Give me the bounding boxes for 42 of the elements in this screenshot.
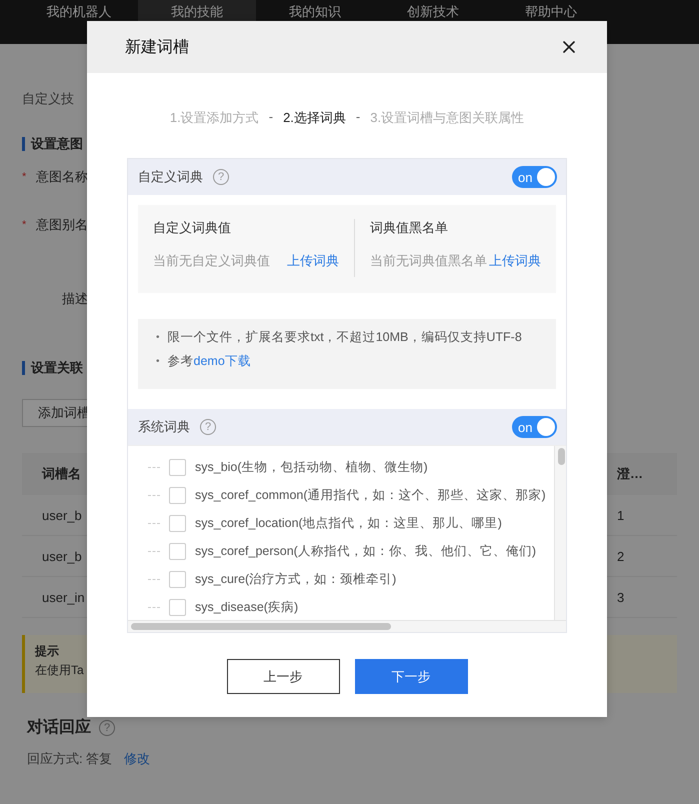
bullet-mark: • [156,332,160,342]
table-cell: user_in [42,590,82,604]
note-text: 参考demo下载 [168,353,251,369]
empty-text: 当前无自定义词典值 [153,252,270,270]
section-title: 设置意图 [31,135,83,153]
breadcrumb-text: 自定义技 [22,90,75,108]
table-cell-text: 2 [617,548,626,564]
column-header: 澄… [617,465,644,483]
field-label: 意图名称 [35,168,88,186]
section-title: 系统词典 [138,418,190,436]
bullet-mark: • [156,356,160,366]
section-title: 对话回应 [27,717,91,738]
dictionary-item-label: sys_cure(治疗方式，如：颈椎牵引) [195,570,396,588]
step-label: 2.选择词典 [283,109,346,127]
response-mode-text: 回应方式: 答复 [27,750,112,768]
dialog-title: 新建词槽 [125,38,189,58]
table-cell-text: 1 [617,508,626,522]
step-separator: - [356,109,360,126]
table-cell: user_b [42,548,82,564]
dictionary-item-label: sys_coref_person(人称指代，如：你、我、他们、它、俺们) [195,542,536,560]
required-mark: * [22,219,28,231]
section-title: 自定义词典 [138,168,203,186]
step-label: 3.设置词槽与意图关联属性 [370,109,524,127]
required-mark: * [22,171,28,183]
note-text: 限一个文件，扩展名要求txt，不超过10MB，编码仅支持UTF-8 [168,329,522,345]
dictionary-item-label: sys_bio(生物，包括动物、植物、微生物) [195,458,428,476]
tip-text: 在使用Ta [35,662,84,679]
field-label: 描述 [61,290,88,308]
step-separator: - [268,109,274,126]
table-cell-text: 3 [617,590,626,604]
column-title: 自定义词典值 [153,219,232,237]
section-title: 设置关联 [31,359,83,377]
dictionary-item-label: sys_disease(疾病) [195,598,298,616]
table-cell: user_b [42,508,82,522]
step-label: 1.设置添加方式 [170,109,259,127]
dictionary-item-label: sys_coref_location(地点指代，如：这里、那儿、哪里) [195,514,502,532]
tip-title: 提示 [35,643,59,660]
column-header: 词槽名 [42,465,82,483]
empty-text: 当前无词典值黑名单 [370,252,488,270]
column-title: 词典值黑名单 [370,219,450,237]
field-label: 意图别名 [35,216,88,234]
dictionary-item-label: sys_coref_common(通用指代，如：这个、那些、这家、那家) [195,486,546,504]
